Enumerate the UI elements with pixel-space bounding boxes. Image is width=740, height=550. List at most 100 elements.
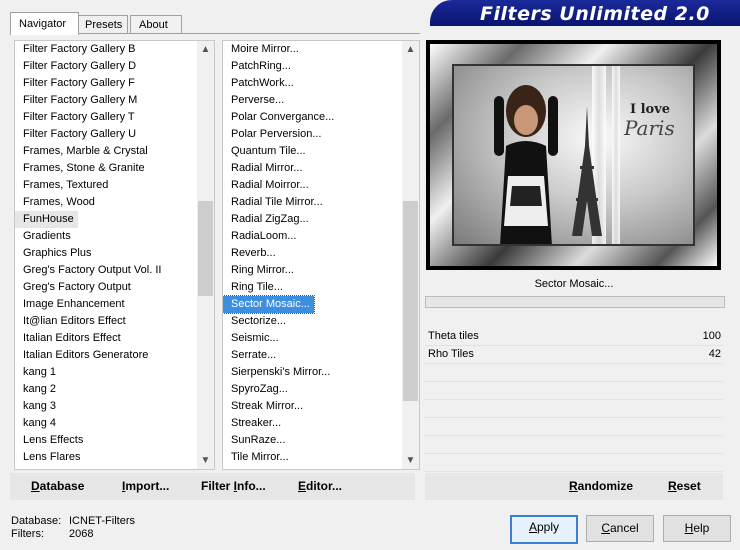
- title-banner: Filters Unlimited 2.0: [430, 0, 740, 26]
- category-item[interactable]: Greg's Factory Output Vol. II: [15, 262, 161, 279]
- category-item[interactable]: kang 3: [15, 398, 161, 415]
- tab-about[interactable]: About: [130, 15, 182, 34]
- filter-item[interactable]: RadiaLoom...: [223, 228, 334, 245]
- scroll-down-arrow-icon[interactable]: ▼: [197, 452, 214, 469]
- category-item[interactable]: kang 4: [15, 415, 161, 432]
- category-item[interactable]: Filter Factory Gallery B: [15, 41, 161, 58]
- filter-scroll-thumb[interactable]: [403, 201, 418, 401]
- category-item[interactable]: It@lian Editors Effect: [15, 313, 161, 330]
- randomize-button[interactable]: Randomize: [569, 473, 633, 500]
- category-item-label: kang 1: [23, 366, 57, 378]
- filter-item[interactable]: Polar Perversion...: [223, 126, 334, 143]
- filter-item[interactable]: Radial Mirror...: [223, 160, 334, 177]
- param-theta-tiles[interactable]: Theta tiles 100: [425, 328, 723, 346]
- category-item[interactable]: Greg's Factory Output: [15, 279, 161, 296]
- filter-item[interactable]: Perverse...: [223, 92, 334, 109]
- category-item[interactable]: Italian Editors Generatore: [15, 347, 161, 364]
- param-rho-tiles[interactable]: Rho Tiles 42: [425, 346, 723, 364]
- left-action-bar: Database Import... Filter Info... Editor…: [10, 473, 415, 500]
- category-item[interactable]: Filter Factory Gallery D: [15, 58, 161, 75]
- database-button[interactable]: Database: [31, 473, 84, 500]
- filter-item[interactable]: Ring Tile...: [223, 279, 334, 296]
- filter-item-label: Radial ZigZag...: [231, 213, 309, 225]
- status-database-label: Database:: [11, 515, 62, 527]
- category-item[interactable]: Image Enhancement: [15, 296, 161, 313]
- category-item-label: Filter Factory Gallery T: [23, 111, 135, 123]
- filter-item[interactable]: SpyroZag...: [223, 381, 334, 398]
- button-label: ditor...: [306, 479, 343, 493]
- filter-item[interactable]: Sierpenski's Mirror...: [223, 364, 334, 381]
- category-item[interactable]: kang 2: [15, 381, 161, 398]
- category-item[interactable]: Filter Factory Gallery T: [15, 109, 161, 126]
- accel-key: D: [31, 479, 40, 493]
- category-item-label: kang 3: [23, 400, 57, 412]
- paris-logo: I love Paris: [604, 96, 693, 156]
- empty-param-row: [425, 436, 723, 454]
- editor-button[interactable]: Editor...: [298, 473, 342, 500]
- tab-navigator[interactable]: Navigator: [10, 12, 79, 35]
- filter-list[interactable]: Moire Mirror... PatchRing... PatchWork... P…: [222, 40, 420, 470]
- category-item[interactable]: Lens Flares: [15, 449, 161, 466]
- filter-item[interactable]: Radial Moirror...: [223, 177, 334, 194]
- filter-item[interactable]: Sector Mosaic...: [223, 295, 334, 314]
- filter-item-label: RadiaLoom...: [231, 230, 297, 242]
- filter-item[interactable]: Sectorize...: [223, 313, 334, 330]
- filter-item-label: Streak Mirror...: [231, 400, 304, 412]
- help-button[interactable]: Help: [663, 515, 731, 542]
- category-item[interactable]: Frames, Marble & Crystal: [15, 143, 161, 160]
- category-item[interactable]: Filter Factory Gallery F: [15, 75, 161, 92]
- reset-button[interactable]: Reset: [668, 473, 701, 500]
- filter-item[interactable]: Quantum Tile...: [223, 143, 334, 160]
- preview-image: I love Paris: [426, 40, 721, 270]
- cancel-button[interactable]: Cancel: [586, 515, 654, 542]
- category-item[interactable]: Graphics Plus: [15, 245, 161, 262]
- filter-item[interactable]: Polar Convergance...: [223, 109, 334, 126]
- tab-strip: Navigator Presets About: [10, 12, 430, 35]
- filter-item[interactable]: PatchWork...: [223, 75, 334, 92]
- filter-item-label: Polar Convergance...: [231, 111, 335, 123]
- category-item[interactable]: Filter Factory Gallery U: [15, 126, 161, 143]
- filter-item[interactable]: Radial Tile Mirror...: [223, 194, 334, 211]
- tab-presets[interactable]: Presets: [76, 15, 128, 34]
- category-item[interactable]: Filter Factory Gallery M: [15, 92, 161, 109]
- filter-info-button[interactable]: Filter Info...: [201, 473, 266, 500]
- filter-item[interactable]: Tile Mirror...: [223, 449, 334, 466]
- filter-scrollbar[interactable]: ▲ ▼: [402, 41, 419, 469]
- scroll-up-arrow-icon[interactable]: ▲: [197, 41, 214, 58]
- category-item[interactable]: Lens Effects: [15, 432, 161, 449]
- category-item[interactable]: Gradients: [15, 228, 161, 245]
- empty-param-row: [425, 454, 723, 472]
- category-item[interactable]: Italian Editors Effect: [15, 330, 161, 347]
- category-item[interactable]: FunHouse: [15, 211, 161, 228]
- filter-item[interactable]: Radial ZigZag...: [223, 211, 334, 228]
- category-scrollbar[interactable]: ▲ ▼: [197, 41, 214, 469]
- filter-item[interactable]: Serrate...: [223, 347, 334, 364]
- filter-item[interactable]: Moire Mirror...: [223, 41, 334, 58]
- filter-item[interactable]: Seismic...: [223, 330, 334, 347]
- param-value: 100: [702, 330, 721, 342]
- filter-item[interactable]: Streak Mirror...: [223, 398, 334, 415]
- category-item[interactable]: kang 1: [15, 364, 161, 381]
- category-item-label: Lens Flares: [23, 451, 81, 463]
- scroll-down-arrow-icon[interactable]: ▼: [402, 452, 419, 469]
- filter-item[interactable]: SunRaze...: [223, 432, 334, 449]
- import-button[interactable]: Import...: [122, 473, 169, 500]
- button-label: andomize: [577, 479, 634, 493]
- filter-item-label: Sectorize...: [231, 315, 287, 327]
- category-item[interactable]: Frames, Stone & Granite: [15, 160, 161, 177]
- category-item[interactable]: Frames, Wood: [15, 194, 161, 211]
- filter-item[interactable]: Streaker...: [223, 415, 334, 432]
- category-item-label: Italian Editors Effect: [23, 332, 121, 344]
- category-scroll-thumb[interactable]: [198, 201, 213, 296]
- category-list[interactable]: Filter Factory Gallery B Filter Factory G…: [14, 40, 215, 470]
- logo-line-2: Paris: [624, 116, 675, 140]
- filter-item-label: Streaker...: [231, 417, 282, 429]
- filter-item[interactable]: Reverb...: [223, 245, 334, 262]
- filter-item[interactable]: Ring Mirror...: [223, 262, 334, 279]
- scroll-up-arrow-icon[interactable]: ▲: [402, 41, 419, 58]
- status-database: Database: ICNET-Filters: [11, 515, 135, 527]
- filter-item[interactable]: PatchRing...: [223, 58, 334, 75]
- category-item[interactable]: Frames, Textured: [15, 177, 161, 194]
- apply-button[interactable]: Apply: [510, 515, 578, 544]
- accel-key: C: [601, 521, 610, 535]
